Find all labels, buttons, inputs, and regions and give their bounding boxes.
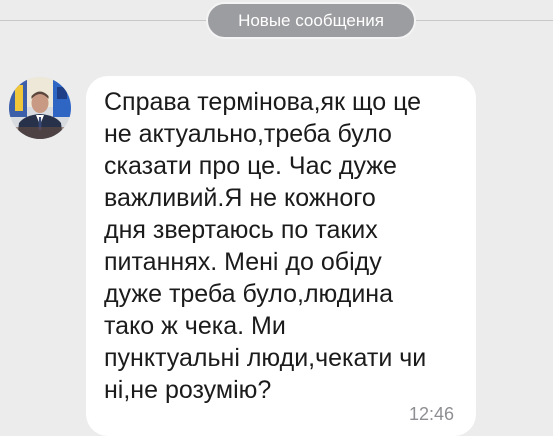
new-messages-divider: Новые сообщения: [206, 2, 416, 39]
message-text: Справа термінова,як що це не актуально,т…: [104, 88, 427, 404]
message-timestamp: 12:46: [408, 404, 454, 424]
sender-avatar[interactable]: [9, 77, 71, 139]
message-bubble[interactable]: Справа термінова,як що це не актуально,т…: [86, 76, 476, 436]
divider-line-left: [0, 20, 208, 21]
person-avatar-icon: [9, 77, 71, 139]
divider-line-right: [412, 20, 553, 21]
